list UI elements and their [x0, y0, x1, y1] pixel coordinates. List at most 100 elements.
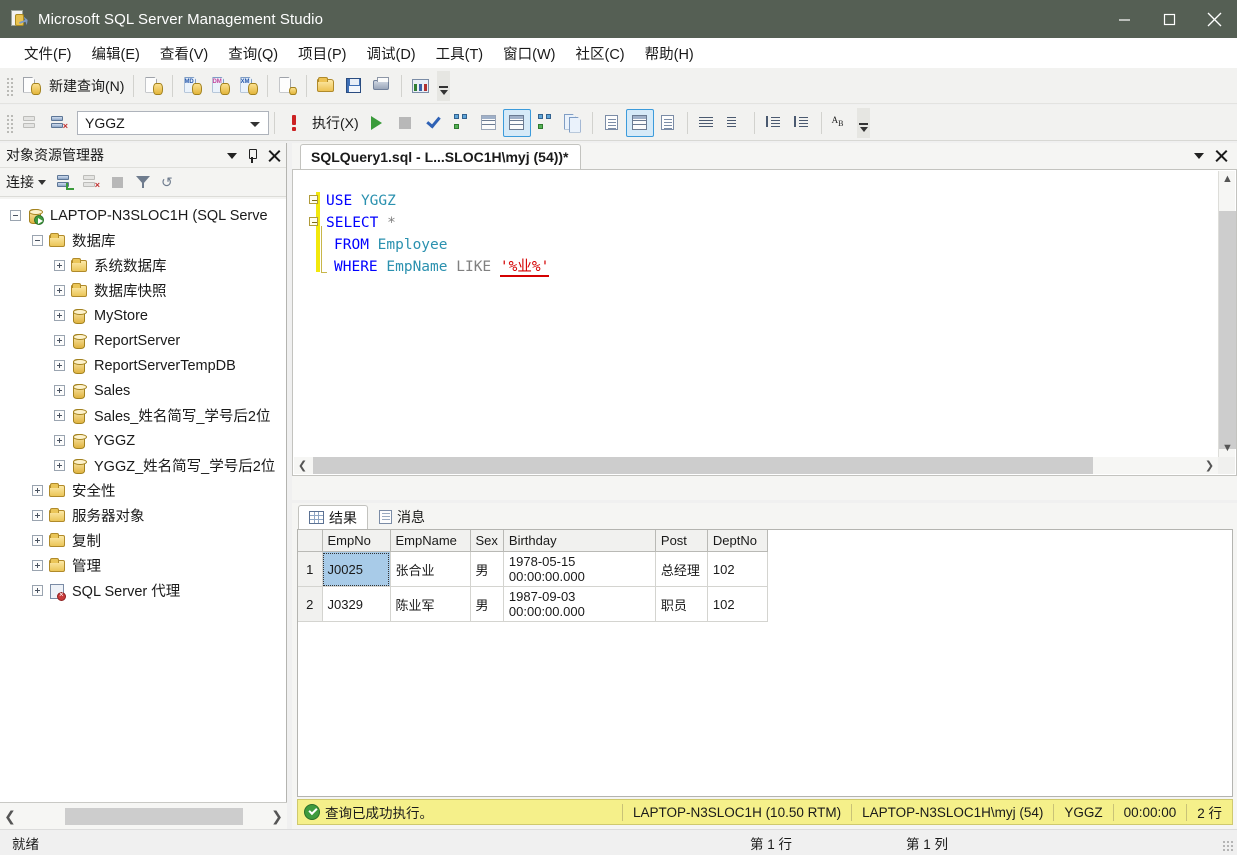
menu-tools[interactable]: 工具(T)	[426, 40, 494, 67]
column-header[interactable]: Sex	[470, 530, 504, 552]
editor-vscrollbar[interactable]: ▲ ▼	[1218, 171, 1236, 457]
scroll-up-icon[interactable]: ▲	[1219, 171, 1236, 188]
stop-icon[interactable]	[104, 170, 130, 194]
execute-bang-icon[interactable]	[280, 109, 308, 137]
connect-button[interactable]: 连接	[6, 172, 34, 192]
tree-node-system-databases[interactable]: 系统数据库	[0, 253, 286, 278]
expand-icon[interactable]	[32, 510, 43, 521]
refresh-icon[interactable]: ↺	[156, 170, 182, 194]
column-header[interactable]: DeptNo	[707, 530, 768, 552]
expand-icon[interactable]	[54, 260, 65, 271]
scroll-right-icon[interactable]: ❯	[1201, 459, 1218, 472]
expand-icon[interactable]	[54, 410, 65, 421]
expand-icon[interactable]	[32, 535, 43, 546]
print-icon[interactable]	[368, 72, 396, 100]
table-cell[interactable]: J0329	[322, 586, 391, 622]
vscroll-thumb[interactable]	[1219, 211, 1236, 449]
save-icon[interactable]	[340, 72, 368, 100]
object-explorer-tree[interactable]: LAPTOP-N3SLOC1H (SQL Serve 数据库 系统数据库 数据库快照 M…	[0, 199, 286, 802]
parse-check-icon[interactable]	[419, 109, 447, 137]
find-replace-icon[interactable]: AB	[827, 109, 855, 137]
table-cell[interactable]: 总经理	[655, 551, 708, 587]
tree-node-sales[interactable]: Sales	[0, 378, 286, 403]
new-query-icon[interactable]	[17, 72, 45, 100]
scroll-left-icon[interactable]: ❮	[0, 808, 20, 825]
row-number[interactable]: 1	[298, 551, 323, 587]
scroll-right-icon[interactable]: ❯	[267, 808, 287, 825]
menu-project[interactable]: 项目(P)	[288, 40, 356, 67]
tab-messages[interactable]: 消息	[368, 505, 436, 529]
decrease-indent-icon[interactable]	[760, 109, 788, 137]
display-estimated-plan-icon[interactable]	[447, 109, 475, 137]
tree-node-yggz[interactable]: YGGZ	[0, 428, 286, 453]
expand-icon[interactable]	[54, 310, 65, 321]
collapse-icon[interactable]	[32, 235, 43, 246]
include-actual-plan-icon[interactable]	[531, 109, 559, 137]
tree-node-server-objects[interactable]: 服务器对象	[0, 503, 286, 528]
menu-window[interactable]: 窗口(W)	[493, 40, 565, 67]
column-header[interactable]: Post	[655, 530, 708, 552]
maximize-button[interactable]	[1147, 0, 1192, 38]
table-cell[interactable]: 陈业军	[390, 586, 471, 622]
pin-icon[interactable]	[246, 148, 258, 163]
hscroll-track[interactable]	[311, 457, 1201, 474]
new-query-label[interactable]: 新建查询(N)	[45, 76, 128, 96]
increase-indent-icon[interactable]	[788, 109, 816, 137]
toolbar-overflow-icon[interactable]	[856, 107, 870, 138]
tree-node-security[interactable]: 安全性	[0, 478, 286, 503]
menu-debug[interactable]: 调试(D)	[356, 40, 425, 67]
tree-node-reportservertempdb[interactable]: ReportServerTempDB	[0, 353, 286, 378]
column-header[interactable]: EmpName	[390, 530, 471, 552]
tree-node-databases[interactable]: 数据库	[0, 228, 286, 253]
include-client-statistics-icon[interactable]	[559, 109, 587, 137]
table-cell-selected[interactable]: J0025	[322, 551, 391, 587]
close-button[interactable]	[1192, 0, 1237, 38]
new-analysis-query-icon[interactable]	[273, 72, 301, 100]
scroll-left-icon[interactable]: ❮	[294, 459, 311, 472]
tree-node-mystore[interactable]: MyStore	[0, 303, 286, 328]
expand-icon[interactable]	[32, 585, 43, 596]
new-dmx-query-icon[interactable]: DM	[206, 72, 234, 100]
table-cell[interactable]: 职员	[655, 586, 708, 622]
menu-query[interactable]: 查询(Q)	[218, 40, 288, 67]
change-connection-icon[interactable]: ×	[45, 109, 73, 137]
new-mdx-query-icon[interactable]: MD	[178, 72, 206, 100]
table-cell[interactable]: 张合业	[390, 551, 471, 587]
tab-results[interactable]: 结果	[298, 505, 368, 529]
toolbar-grip[interactable]	[5, 75, 14, 96]
toolbar-grip[interactable]	[5, 112, 14, 133]
table-cell[interactable]: 男	[470, 551, 504, 587]
fold-box-icon[interactable]	[309, 217, 318, 226]
stop-icon[interactable]	[391, 109, 419, 137]
object-explorer-hscrollbar[interactable]: ❮ ❯	[0, 802, 287, 829]
expand-icon[interactable]	[54, 435, 65, 446]
table-cell[interactable]: 男	[470, 586, 504, 622]
menu-view[interactable]: 查看(V)	[150, 40, 218, 67]
code-editor[interactable]: USE YGGZ SELECT * FROM Employee WHERE EmpNa…	[292, 169, 1237, 476]
tree-node-sales-student[interactable]: Sales_姓名简写_学号后2位	[0, 403, 286, 428]
filter-icon[interactable]	[130, 170, 156, 194]
sql-code[interactable]: USE YGGZ SELECT * FROM Employee WHERE EmpNa…	[326, 190, 550, 278]
chevron-down-icon[interactable]	[38, 179, 46, 185]
expand-icon[interactable]	[32, 485, 43, 496]
expand-icon[interactable]	[54, 460, 65, 471]
tree-node-replication[interactable]: 复制	[0, 528, 286, 553]
collapse-icon[interactable]	[10, 210, 21, 221]
open-file-icon[interactable]	[312, 72, 340, 100]
chevron-down-icon[interactable]	[1194, 153, 1204, 159]
expand-icon[interactable]	[54, 360, 65, 371]
results-to-grid-icon[interactable]	[502, 108, 531, 137]
toolbar-overflow-icon[interactable]	[437, 70, 451, 101]
column-header[interactable]: Birthday	[503, 530, 656, 552]
query-options-icon[interactable]	[475, 109, 503, 137]
results-to-file-icon[interactable]	[654, 109, 682, 137]
expand-icon[interactable]	[54, 285, 65, 296]
hscroll-thumb[interactable]	[313, 457, 1093, 474]
window-dropdown-icon[interactable]	[227, 152, 237, 159]
expand-icon[interactable]	[54, 385, 65, 396]
results-grid[interactable]: EmpNo EmpName Sex Birthday Post DeptNo 1 J0025…	[297, 529, 1233, 797]
new-file-icon[interactable]	[139, 72, 167, 100]
tree-node-sql-server-agent[interactable]: SQL Server 代理	[0, 578, 286, 603]
minimize-button[interactable]	[1102, 0, 1147, 38]
table-row[interactable]: 1 J0025 张合业男 1978-05-15 00:00:00.000 总经理 102	[298, 551, 768, 587]
